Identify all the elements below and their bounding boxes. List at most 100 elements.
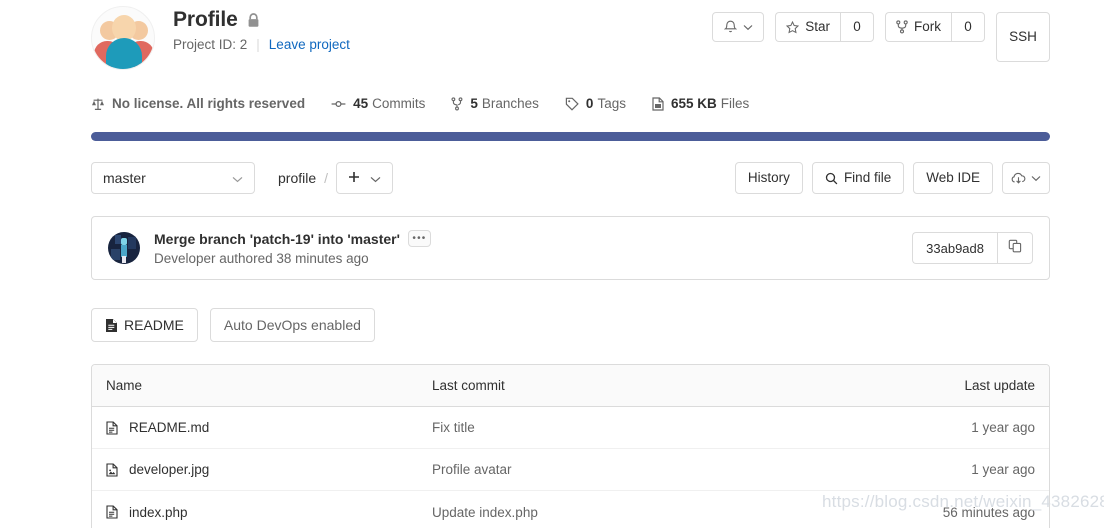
copy-icon [1008, 239, 1022, 258]
branch-selector-label: master [103, 170, 146, 186]
project-stats: No license. All rights reserved 45 Commi… [91, 96, 1050, 111]
file-last-update: 1 year ago [971, 462, 1035, 477]
ssh-clone-button[interactable]: SSH [996, 12, 1050, 62]
bell-icon [723, 20, 737, 34]
chevron-down-icon [370, 170, 381, 187]
page-title: Profile [173, 8, 238, 31]
commit-row: Merge branch 'patch-19' into 'master' ••… [92, 217, 1049, 279]
table-row[interactable]: index.php Update index.php 56 minutes ag… [92, 491, 1049, 528]
readme-label: README [124, 317, 184, 333]
stat-tags-value: 0 [585, 96, 594, 111]
last-commit-panel: Merge branch 'patch-19' into 'master' ••… [91, 216, 1050, 280]
project-avatar[interactable] [91, 6, 155, 70]
page-container: Profile Project ID: 2 | Leave project St… [91, 0, 1050, 528]
file-name[interactable]: README.md [129, 420, 209, 435]
file-last-commit[interactable]: Fix title [432, 420, 885, 435]
commit-title[interactable]: Merge branch 'patch-19' into 'master' [154, 231, 400, 247]
stat-tags[interactable]: 0 Tags [565, 96, 626, 111]
stat-branches[interactable]: 5 Branches [451, 96, 539, 111]
file-last-commit[interactable]: Update index.php [432, 505, 885, 520]
toolbar-right-actions: History Find file Web IDE [734, 162, 1050, 194]
project-subtitle: Project ID: 2 | Leave project [173, 37, 712, 52]
history-button[interactable]: History [734, 162, 803, 194]
star-label: Star [805, 19, 830, 35]
auto-devops-button[interactable]: Auto DevOps enabled [209, 308, 375, 342]
file-name[interactable]: index.php [129, 505, 188, 520]
chevron-down-icon [743, 20, 753, 34]
commit-icon [331, 98, 346, 110]
column-header-last-commit: Last commit [432, 378, 505, 393]
column-header-last-update: Last update [964, 378, 1035, 393]
header-actions: Star 0 Fork 0 SSH [712, 6, 1050, 62]
project-title-block: Profile Project ID: 2 | Leave project [173, 6, 712, 52]
chevron-down-icon [1031, 171, 1041, 185]
column-header-name: Name [106, 378, 143, 393]
file-table: Name Last commit Last update README.md F [91, 364, 1050, 528]
copy-sha-button[interactable] [997, 232, 1033, 264]
project-header: Profile Project ID: 2 | Leave project St… [91, 0, 1050, 70]
web-ide-button[interactable]: Web IDE [913, 162, 993, 194]
user-avatar-icon[interactable] [108, 232, 140, 264]
fork-label: Fork [914, 19, 941, 35]
table-row[interactable]: developer.jpg Profile avatar 1 year ago [92, 449, 1049, 491]
table-row[interactable]: README.md Fix title 1 year ago [92, 407, 1049, 449]
cloud-download-icon [1011, 171, 1026, 185]
repository-toolbar: master profile / History Find file Web I… [91, 162, 1050, 194]
find-file-button[interactable]: Find file [811, 162, 905, 194]
file-name[interactable]: developer.jpg [129, 462, 209, 477]
lock-icon [247, 13, 260, 28]
scale-icon [91, 97, 105, 111]
commit-sha-group: 33ab9ad8 [912, 232, 1033, 264]
chevron-down-icon [232, 170, 243, 186]
fork-icon [896, 20, 908, 34]
search-icon [825, 172, 838, 185]
commit-sha[interactable]: 33ab9ad8 [912, 232, 997, 264]
star-icon [786, 20, 800, 34]
file-last-commit[interactable]: Profile avatar [432, 462, 885, 477]
group-avatar-icon [91, 6, 155, 70]
stat-commits-label: Commits [372, 96, 426, 111]
stat-files-value: 655 KB [670, 96, 717, 111]
project-overview-page: Profile Project ID: 2 | Leave project St… [0, 0, 1104, 528]
breadcrumb-root[interactable]: profile [278, 170, 316, 186]
stat-branches-value: 5 [470, 96, 478, 111]
star-count[interactable]: 0 [840, 12, 874, 42]
readme-button[interactable]: README [91, 308, 198, 342]
commit-texts: Merge branch 'patch-19' into 'master' ••… [154, 230, 898, 266]
stat-tags-label: Tags [597, 96, 626, 111]
star-button[interactable]: Star [775, 12, 840, 42]
commit-more-button[interactable]: ••• [407, 230, 431, 247]
stat-license[interactable]: No license. All rights reserved [91, 96, 305, 111]
leave-project-link[interactable]: Leave project [269, 37, 350, 52]
fork-count[interactable]: 0 [951, 12, 985, 42]
language-bar [91, 132, 1050, 141]
document-icon [106, 505, 118, 519]
branch-icon [451, 96, 463, 111]
breadcrumb-separator: / [324, 170, 329, 186]
document-icon [105, 318, 118, 333]
plus-icon [348, 170, 360, 187]
commit-meta: Developer authored 38 minutes ago [154, 251, 369, 266]
tag-icon [565, 97, 579, 111]
stat-commits-value: 45 [353, 96, 369, 111]
file-table-header: Name Last commit Last update [92, 365, 1049, 407]
stat-files[interactable]: 655 KB Files [652, 96, 749, 111]
find-file-label: Find file [843, 170, 892, 186]
fork-button-group: Fork 0 [885, 12, 985, 42]
file-size-icon [652, 96, 664, 111]
branch-selector[interactable]: master [91, 162, 255, 194]
breadcrumb: profile / [278, 162, 394, 194]
stat-files-label: Files [720, 96, 750, 111]
fork-button[interactable]: Fork [885, 12, 951, 42]
subtitle-separator: | [256, 37, 260, 53]
project-id-label: Project ID: 2 [173, 37, 248, 53]
notification-button[interactable] [712, 12, 765, 42]
stat-branches-label: Branches [481, 96, 539, 111]
star-button-group: Star 0 [775, 12, 874, 42]
download-source-button[interactable] [1002, 162, 1050, 194]
stat-license-label: No license. All rights reserved [112, 96, 306, 111]
stat-commits[interactable]: 45 Commits [331, 96, 425, 111]
add-to-tree-button[interactable] [336, 162, 394, 194]
readme-actions: README Auto DevOps enabled [91, 308, 1050, 342]
document-icon [106, 420, 118, 435]
